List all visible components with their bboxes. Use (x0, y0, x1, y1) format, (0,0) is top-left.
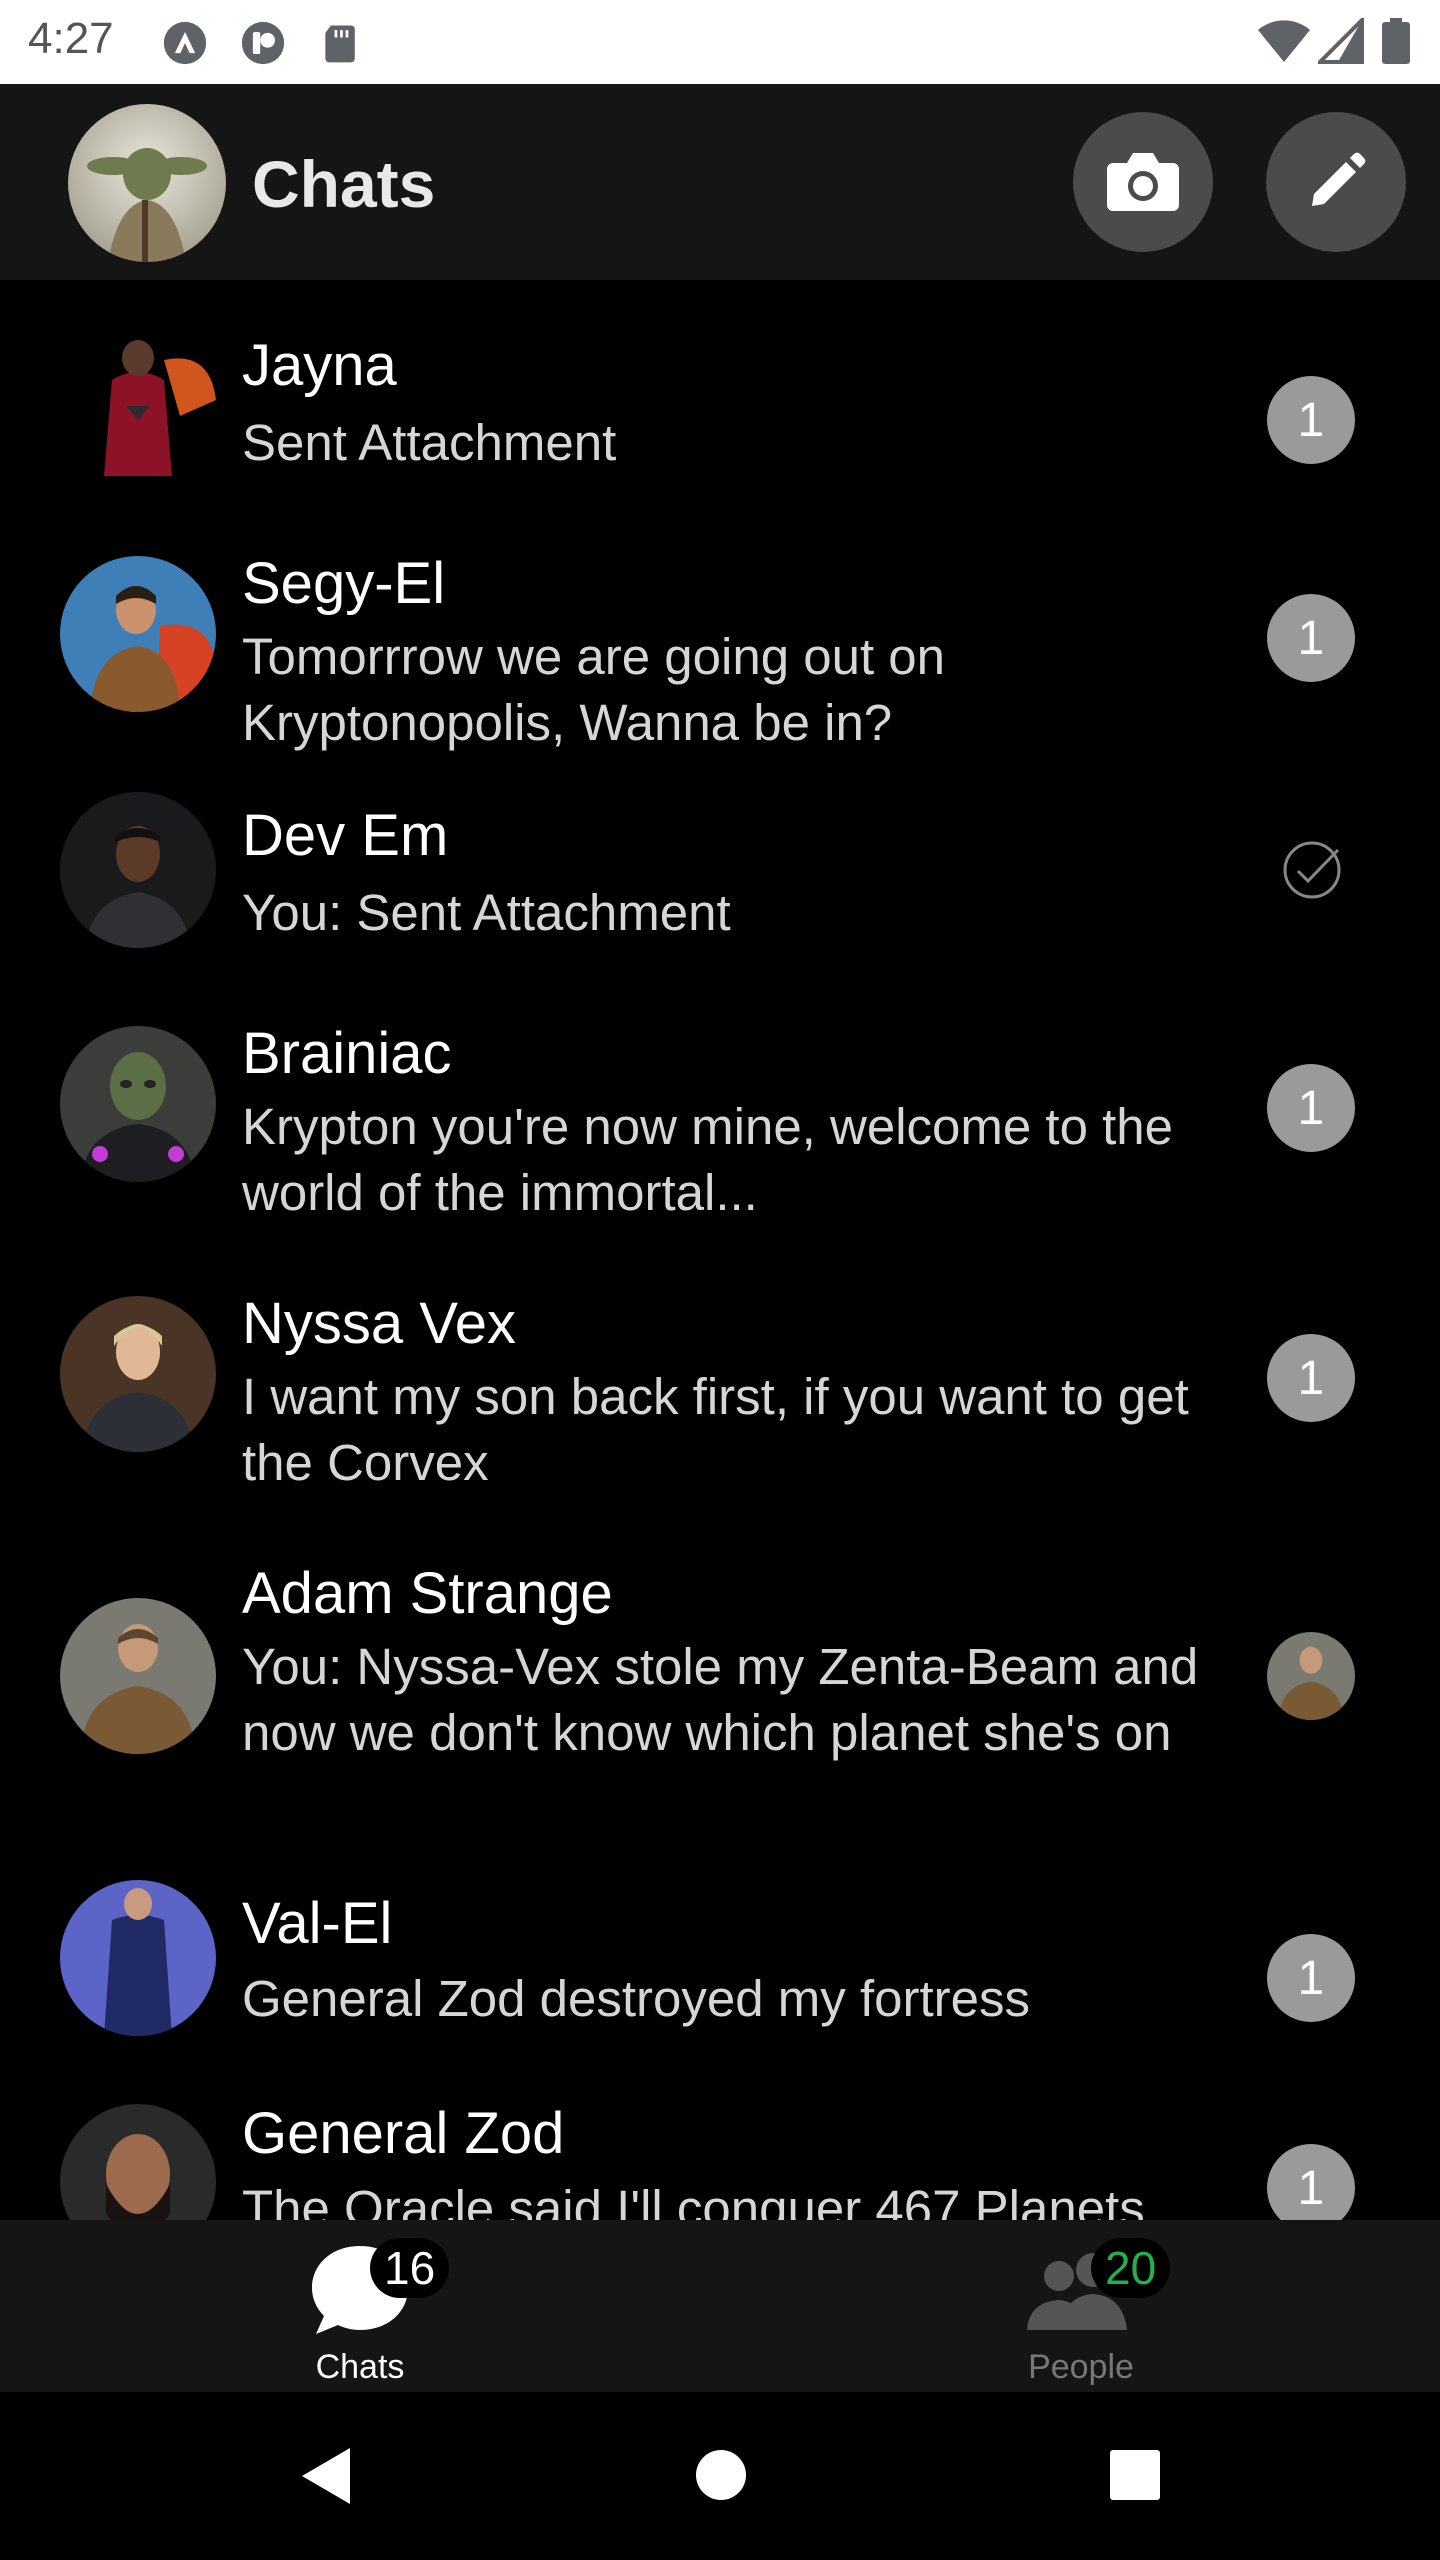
avatar (60, 1880, 216, 2036)
unread-badge: 1 (1267, 1934, 1355, 2022)
contact-name: Dev Em (242, 803, 449, 868)
system-navigation-bar (0, 2392, 1440, 2560)
avatar (60, 556, 216, 712)
chat-row-segy-el[interactable]: Segy-El Tomorrrow we are going out on Kr… (0, 530, 1440, 760)
sent-check-icon (1283, 841, 1341, 899)
bottom-tab-bar: 16 Chats 20 People (0, 2220, 1440, 2392)
avatar (60, 1026, 216, 1182)
message-preview: Sent Attachment (242, 414, 617, 471)
contact-name: Jayna (242, 333, 397, 398)
recents-icon[interactable] (1108, 2448, 1162, 2502)
unread-badge: 1 (1267, 2144, 1355, 2220)
avatar (60, 1296, 216, 1452)
chat-row-adam-strange[interactable]: Adam Strange You: Nyssa-Vex stole my Zen… (0, 1540, 1440, 1840)
chat-list: Jayna Sent Attachment 1 Segy-El Tomorrro… (0, 280, 1440, 2220)
tab-people[interactable]: 20 People (931, 2220, 1231, 2392)
tab-label: People (1028, 2348, 1134, 2386)
avatar (60, 792, 216, 948)
back-icon[interactable] (298, 2446, 354, 2506)
contact-name: Adam Strange (242, 1561, 613, 1626)
contact-name: General Zod (242, 2101, 565, 2166)
avatar (60, 320, 216, 476)
profile-avatar[interactable] (68, 104, 226, 262)
contact-name: Segy-El (242, 551, 446, 616)
contact-name: Val-El (242, 1891, 393, 1956)
message-preview: Krypton you're now mine, welcome to the … (242, 1098, 1174, 1221)
camera-icon (1107, 153, 1179, 211)
wifi-icon (1258, 20, 1310, 62)
read-receipt-avatar (1267, 1632, 1355, 1720)
app-notification-icon (163, 21, 207, 65)
page-title: Chats (252, 147, 436, 221)
chat-row-nyssa-vex[interactable]: Nyssa Vex I want my son back first, if y… (0, 1270, 1440, 1500)
message-preview: General Zod destroyed my fortress (242, 1970, 1030, 2027)
message-preview: You: Sent Attachment (242, 884, 731, 941)
status-bar: 4:27 (0, 0, 1440, 84)
status-time: 4:27 (28, 14, 114, 63)
contact-name: Brainiac (242, 1021, 452, 1086)
avatar (60, 2104, 216, 2220)
tab-label: Chats (315, 2348, 405, 2386)
chat-row-general-zod[interactable]: General Zod The Oracle said I'll conquer… (0, 2080, 1440, 2220)
unread-badge: 1 (1267, 594, 1355, 682)
compose-button[interactable] (1266, 112, 1406, 252)
chats-count-badge: 16 (370, 2238, 450, 2298)
app-bar: Chats (0, 84, 1440, 280)
tab-chats[interactable]: 16 Chats (210, 2220, 510, 2392)
unread-badge: 1 (1267, 1334, 1355, 1422)
unread-badge: 1 (1267, 376, 1355, 464)
signal-icon (1318, 18, 1364, 64)
app-notification-icon (241, 21, 285, 65)
message-preview: You: Nyssa-Vex stole my Zenta-Beam and n… (242, 1638, 1199, 1761)
chat-row-dev-em[interactable]: Dev Em You: Sent Attachment (0, 780, 1440, 960)
message-preview: Tomorrrow we are going out on Kryptonopo… (242, 628, 946, 751)
chat-row-brainiac[interactable]: Brainiac Krypton you're now mine, welcom… (0, 1000, 1440, 1230)
camera-button[interactable] (1073, 112, 1213, 252)
home-icon[interactable] (694, 2448, 748, 2502)
people-count-badge: 20 (1091, 2238, 1171, 2298)
message-preview: The Oracle said I'll conquer 467 Planets (242, 2180, 1145, 2220)
battery-icon (1382, 18, 1410, 64)
contact-name: Nyssa Vex (242, 1291, 516, 1356)
sd-card-icon (325, 25, 355, 63)
message-preview: I want my son back first, if you want to… (242, 1368, 1189, 1491)
chat-row-val-el[interactable]: Val-El General Zod destroyed my fortress… (0, 1870, 1440, 2050)
avatar (60, 1598, 216, 1754)
pencil-icon (1312, 152, 1366, 206)
unread-badge: 1 (1267, 1064, 1355, 1152)
chat-row-jayna[interactable]: Jayna Sent Attachment 1 (0, 310, 1440, 490)
